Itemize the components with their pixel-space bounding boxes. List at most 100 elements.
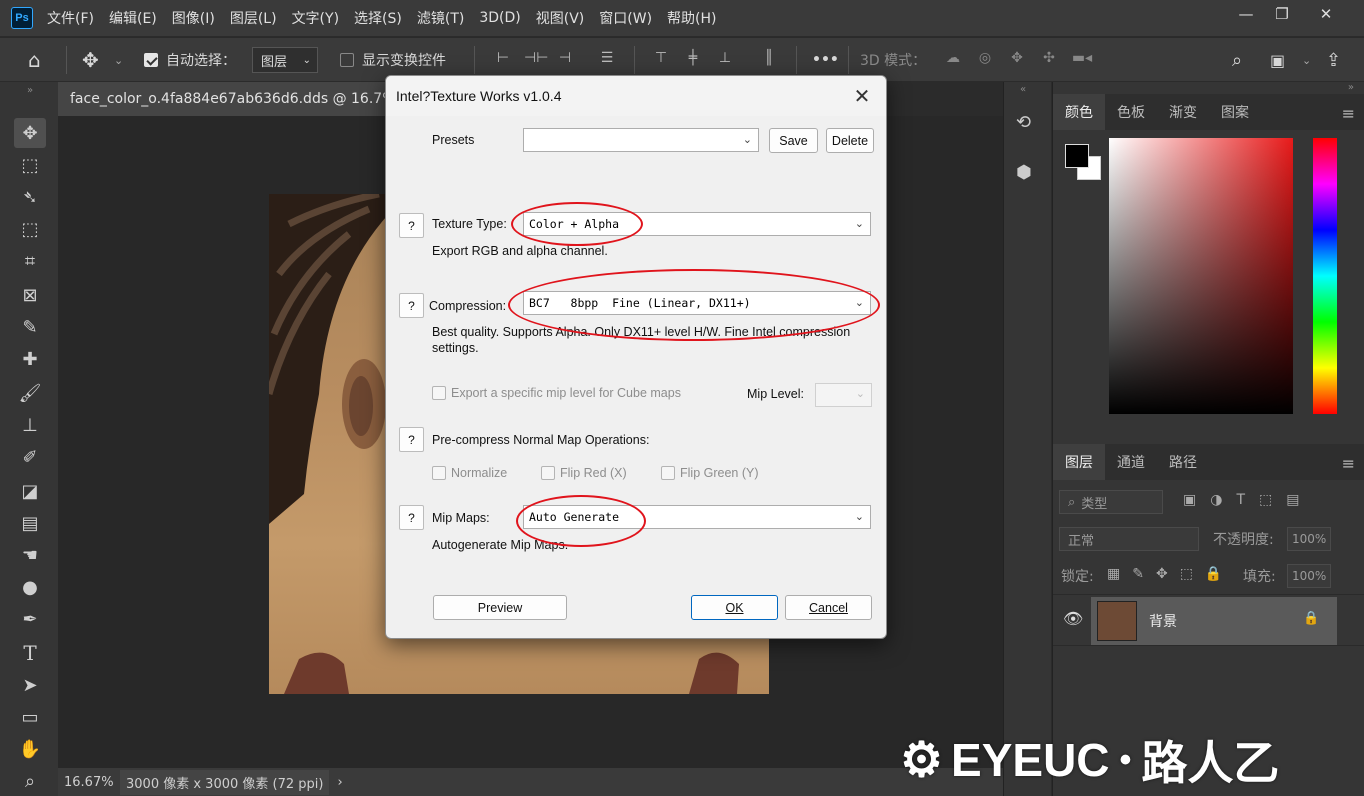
collapse-icon[interactable]: » — [14, 84, 46, 96]
foreground-color-swatch[interactable] — [1065, 144, 1089, 168]
3d-camera-icon[interactable]: ▬◂ — [1070, 50, 1094, 70]
tab-layers[interactable]: 图层 — [1053, 444, 1105, 480]
flip-green-checkbox[interactable] — [661, 466, 675, 480]
3d-pan-icon[interactable]: ✥ — [1006, 50, 1028, 70]
history-panel-icon[interactable]: ⟲ — [1016, 112, 1031, 133]
healing-brush-tool-icon[interactable]: ✚ — [14, 344, 46, 374]
search-icon[interactable]: ⌕ — [1232, 38, 1242, 82]
flip-red-option[interactable]: Flip Red (X) — [541, 466, 627, 480]
3d-panel-icon[interactable]: ⬢ — [1016, 162, 1032, 183]
rectangle-tool-icon[interactable]: ▭ — [14, 702, 46, 732]
eyedropper-tool-icon[interactable]: ✎ — [14, 312, 46, 342]
3d-orbit-icon[interactable]: ☁ — [942, 50, 964, 70]
move-tool-icon[interactable]: ✥ — [14, 118, 46, 148]
menu-help[interactable]: 帮助(H) — [667, 8, 716, 28]
panel-menu-icon[interactable]: ≡ — [1342, 454, 1355, 473]
clone-stamp-tool-icon[interactable]: ⊥ — [14, 410, 46, 440]
close-window-button[interactable]: ✕ — [1306, 0, 1346, 28]
restore-button[interactable]: ❐ — [1262, 0, 1302, 28]
tab-swatches[interactable]: 色板 — [1105, 94, 1157, 130]
auto-select-checkbox[interactable] — [144, 53, 158, 67]
tab-gradients[interactable]: 渐变 — [1157, 94, 1209, 130]
history-brush-tool-icon[interactable]: ✐ — [14, 442, 46, 472]
panel-menu-icon[interactable]: ≡ — [1342, 104, 1355, 123]
export-mip-option[interactable]: Export a specific mip level for Cube map… — [432, 386, 681, 400]
smudge-tool-icon[interactable]: ☚ — [14, 540, 46, 570]
crop-tool-icon[interactable]: ⌗ — [14, 246, 46, 276]
menu-layer[interactable]: 图层(L) — [230, 8, 277, 28]
menu-file[interactable]: 文件(F) — [47, 8, 94, 28]
show-transform-checkbox[interactable] — [340, 53, 354, 67]
menu-select[interactable]: 选择(S) — [354, 8, 402, 28]
distribute-icon[interactable]: ☰ — [598, 50, 616, 70]
normal-map-help-button[interactable]: ? — [399, 427, 424, 452]
3d-roll-icon[interactable]: ◎ — [974, 50, 996, 70]
layer-filter-dropdown[interactable]: ⌕ 类型 — [1059, 490, 1163, 514]
cancel-button[interactable]: Cancel — [785, 595, 872, 620]
home-icon[interactable]: ⌂ — [28, 38, 41, 82]
eraser-tool-icon[interactable]: ◪ — [14, 476, 46, 506]
normalize-checkbox[interactable] — [432, 466, 446, 480]
share-icon[interactable]: ⇪ — [1326, 38, 1341, 82]
delete-preset-button[interactable]: Delete — [826, 128, 874, 153]
document-tab[interactable]: face_color_o.4fa884e67ab636d6.dds @ 16.7… — [58, 82, 398, 116]
chevron-right-icon[interactable]: › — [337, 775, 342, 790]
align-left-icon[interactable]: ⊢ — [494, 50, 512, 70]
texture-type-help-button[interactable]: ? — [399, 213, 424, 238]
path-selection-tool-icon[interactable]: ➤ — [14, 670, 46, 700]
move-tool-icon[interactable]: ✥ — [82, 38, 99, 82]
compression-help-button[interactable]: ? — [399, 293, 424, 318]
save-preset-button[interactable]: Save — [769, 128, 818, 153]
collapse-icon[interactable]: « — [1020, 84, 1026, 95]
zoom-level[interactable]: 16.67% — [58, 775, 118, 790]
visibility-eye-icon[interactable]: 👁 — [1063, 609, 1083, 628]
export-mip-checkbox[interactable] — [432, 386, 446, 400]
texture-type-dropdown[interactable]: Color + Alpha ⌄ — [523, 212, 871, 236]
menu-image[interactable]: 图像(I) — [172, 8, 215, 28]
close-icon[interactable]: ✕ — [850, 84, 874, 108]
mip-level-dropdown[interactable]: ⌄ — [815, 383, 872, 407]
align-bottom-icon[interactable]: ⊥ — [716, 50, 734, 70]
flip-red-checkbox[interactable] — [541, 466, 555, 480]
distribute-vertical-icon[interactable]: ║ — [760, 50, 778, 70]
chevron-down-icon[interactable]: ⌄ — [1302, 38, 1311, 82]
hand-tool-icon[interactable]: ✋ — [14, 734, 46, 764]
blend-mode-dropdown[interactable]: 正常 — [1059, 527, 1199, 551]
opacity-field[interactable]: 100% — [1287, 527, 1331, 551]
gradient-tool-icon[interactable]: ▤ — [14, 508, 46, 538]
menu-3d[interactable]: 3D(D) — [479, 10, 520, 26]
layer-filter-icons[interactable]: ▣◑T⬚▤ — [1183, 492, 1313, 508]
tab-patterns[interactable]: 图案 — [1209, 94, 1261, 130]
tab-paths[interactable]: 路径 — [1157, 444, 1209, 480]
marquee-tool-icon[interactable]: ⬚ — [14, 150, 46, 180]
collapse-icon[interactable]: » — [1348, 82, 1354, 93]
mip-maps-dropdown[interactable]: Auto Generate ⌄ — [523, 505, 871, 529]
3d-slide-icon[interactable]: ✣ — [1038, 50, 1060, 70]
tab-color[interactable]: 颜色 — [1053, 94, 1105, 130]
normalize-option[interactable]: Normalize — [432, 466, 507, 480]
chevron-down-icon[interactable]: ⌄ — [114, 38, 123, 82]
layer-row[interactable]: 👁 背景 🔒 — [1053, 594, 1364, 646]
align-top-icon[interactable]: ⊤ — [652, 50, 670, 70]
menu-view[interactable]: 视图(V) — [536, 8, 585, 28]
align-right-icon[interactable]: ⊣ — [556, 50, 574, 70]
menu-filter[interactable]: 滤镜(T) — [417, 8, 464, 28]
menu-type[interactable]: 文字(Y) — [292, 8, 339, 28]
fill-field[interactable]: 100% — [1287, 564, 1331, 588]
color-picker-field[interactable] — [1109, 138, 1293, 414]
menu-window[interactable]: 窗口(W) — [599, 8, 652, 28]
lasso-tool-icon[interactable]: ➴ — [14, 182, 46, 212]
mip-maps-help-button[interactable]: ? — [399, 505, 424, 530]
align-middle-icon[interactable]: ╪ — [684, 50, 702, 70]
menu-edit[interactable]: 编辑(E) — [109, 8, 157, 28]
dodge-tool-icon[interactable]: ● — [14, 572, 46, 602]
minimize-button[interactable]: — — [1226, 0, 1266, 28]
type-tool-icon[interactable]: T — [14, 638, 46, 668]
layer-name[interactable]: 背景 — [1149, 611, 1177, 631]
hue-slider[interactable] — [1313, 138, 1337, 414]
workspace-icon[interactable]: ▣ — [1270, 38, 1285, 82]
auto-select-option[interactable]: 自动选择： — [144, 38, 236, 82]
lock-icons[interactable]: ▦✎✥⬚🔒 — [1107, 566, 1234, 582]
zoom-tool-icon[interactable]: ⌕ — [14, 766, 46, 796]
auto-select-target-dropdown[interactable]: 图层 ⌄ — [252, 47, 318, 73]
